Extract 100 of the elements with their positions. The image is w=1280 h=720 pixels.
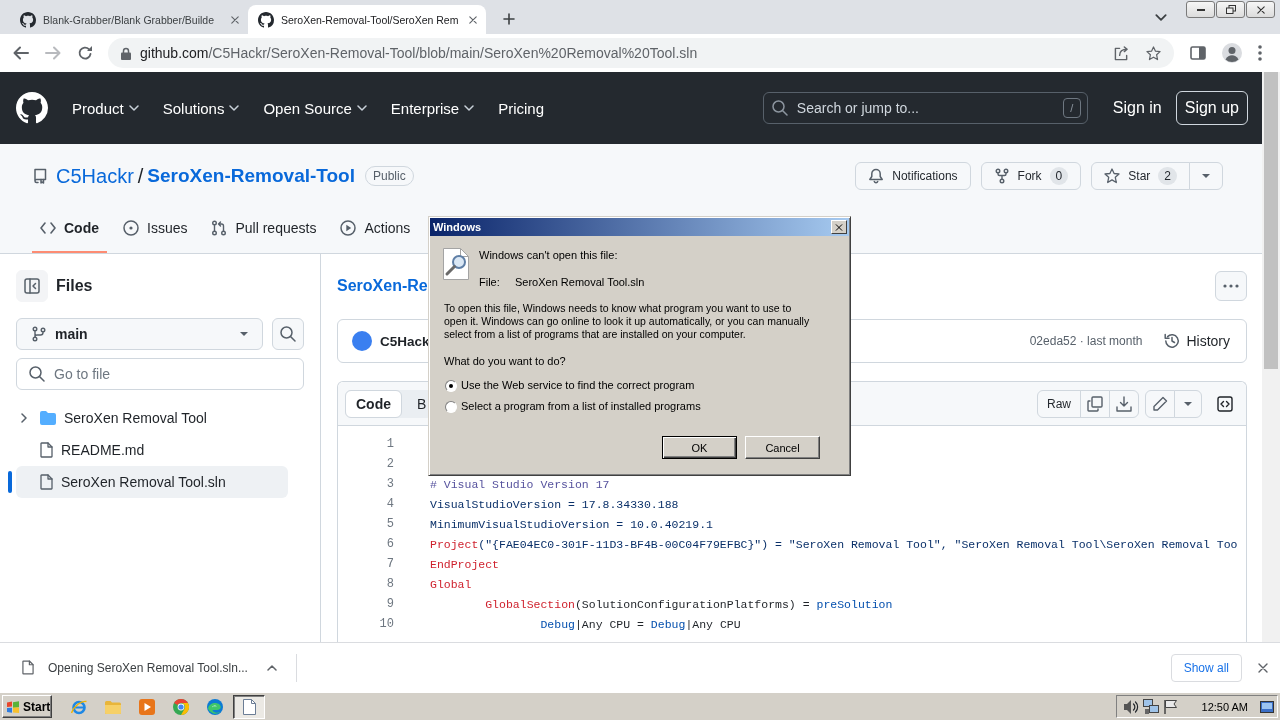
repo-tab[interactable]: Code — [32, 205, 107, 253]
nav-menu-item[interactable]: Product — [60, 92, 151, 124]
address-bar[interactable]: github.com/C5Hackr/SeroXen-Removal-Tool/blob/main/SeroXen%20Removal%20Tool.sln — [108, 38, 1174, 68]
caret-up-icon[interactable] — [266, 664, 277, 671]
reload-icon[interactable] — [77, 45, 93, 61]
radio-label[interactable]: Select a program from a list of installed programs — [461, 400, 701, 413]
close-icon[interactable] — [231, 15, 239, 24]
collapse-sidebar-button[interactable] — [16, 270, 48, 302]
radio-button[interactable] — [445, 400, 457, 413]
sign-up-button[interactable]: Sign up — [1175, 91, 1248, 125]
chevron-down-icon — [128, 105, 139, 111]
minimize-icon — [1196, 8, 1205, 11]
radio-label[interactable]: Use the Web service to find the correct program — [461, 379, 695, 392]
repo-tab[interactable]: Issues — [115, 205, 196, 253]
branch-selector[interactable]: main — [16, 318, 263, 350]
line-number: 10 — [378, 617, 394, 631]
star-button[interactable]: Star 2 — [1091, 162, 1190, 190]
nav-menu-item[interactable]: Enterprise — [378, 92, 487, 124]
flag-icon[interactable] — [1162, 698, 1178, 715]
browser-tab[interactable]: SeroXen-Removal-Tool/SeroXen Rem — [248, 5, 486, 34]
view-tab[interactable]: Code — [345, 389, 402, 418]
search-icon — [29, 366, 45, 382]
close-icon[interactable] — [469, 15, 477, 24]
edit-button[interactable] — [1145, 389, 1175, 418]
pull-request-icon — [211, 220, 228, 236]
avatar-icon — [352, 331, 372, 351]
fork-button[interactable]: Fork 0 — [980, 162, 1082, 190]
chevron-down-icon[interactable] — [1155, 13, 1167, 21]
taskbar-button[interactable] — [233, 694, 265, 719]
sign-in-link[interactable]: Sign in — [1112, 99, 1162, 117]
minimize-button[interactable] — [1186, 1, 1215, 18]
repo-tab[interactable]: Pull requests — [203, 205, 325, 253]
close-icon[interactable] — [1258, 662, 1268, 673]
profile-icon[interactable] — [1222, 43, 1242, 63]
owner-link[interactable]: C5Hackr — [56, 164, 134, 188]
menu-icon[interactable] — [1258, 45, 1262, 61]
network-icon[interactable] — [1142, 699, 1159, 714]
history-link[interactable]: History — [1164, 333, 1230, 349]
caret-down-icon — [1184, 401, 1192, 406]
close-button[interactable] — [831, 220, 847, 234]
raw-button[interactable]: Raw — [1037, 389, 1081, 418]
sidebar-title: Files — [56, 277, 93, 295]
search-field[interactable]: Search or jump to... / — [762, 92, 1088, 124]
branch-icon — [31, 326, 47, 342]
file-name: SeroXen Removal Tool.sln — [515, 276, 645, 289]
notifications-button[interactable]: Notifications — [855, 162, 971, 190]
repo-name-link[interactable]: SeroXen-Removal-Tool — [147, 165, 355, 187]
new-tab-icon[interactable] — [503, 13, 515, 25]
dialog-button[interactable]: OK — [662, 436, 737, 459]
search-button[interactable] — [272, 318, 304, 350]
nav-menu-item[interactable]: Open Source — [251, 92, 379, 124]
nav-menu-item[interactable]: Pricing — [486, 92, 557, 124]
dialog-title: Windows — [433, 221, 482, 233]
close-window-button[interactable] — [1246, 1, 1275, 18]
restore-button[interactable] — [1216, 1, 1245, 18]
breadcrumb-link[interactable]: SeroXen-Re — [337, 277, 428, 295]
show-desktop-icon[interactable] — [1260, 700, 1274, 713]
file-tree-item[interactable]: README.md — [16, 434, 288, 466]
chevron-right-icon[interactable] — [21, 413, 27, 423]
line-number: 7 — [385, 557, 394, 571]
file-tree-item[interactable]: SeroXen Removal Tool — [16, 402, 288, 434]
side-panel-icon[interactable] — [1190, 46, 1206, 60]
windows-flag-icon — [6, 700, 20, 713]
code-square-icon — [1217, 395, 1233, 412]
download-button[interactable] — [1109, 389, 1139, 418]
code-line: VisualStudioVersion = 17.8.34330.188 — [430, 497, 679, 511]
file-icon — [40, 474, 53, 490]
speaker-icon[interactable] — [1122, 698, 1139, 715]
bookmark-star-icon[interactable] — [1146, 45, 1161, 61]
radio-button[interactable] — [445, 379, 457, 392]
download-status[interactable]: Opening SeroXen Removal Tool.sln... — [48, 660, 248, 675]
github-logo-icon[interactable] — [16, 92, 48, 124]
view-tab[interactable]: B — [402, 389, 434, 418]
star-icon — [1104, 168, 1121, 184]
nav-menu-item[interactable]: Solutions — [150, 92, 252, 124]
play-circle-icon — [340, 220, 357, 236]
dialog-button[interactable]: Cancel — [745, 436, 820, 459]
dialog-message: To open this file, Windows needs to know what program you want to use to open it. Windows can go online to look it up automatically, or you can manually select from a list of programs that are installed on your computer. — [444, 302, 811, 341]
commit-author-link[interactable]: C5Hack — [380, 333, 430, 349]
shortcut-key: / — [1062, 98, 1081, 118]
document-icon — [241, 698, 257, 715]
github-logo-icon — [20, 11, 36, 28]
show-all-button[interactable]: Show all — [1170, 653, 1242, 682]
scrollbar-thumb[interactable] — [1264, 72, 1278, 369]
go-to-file-field[interactable]: Go to file — [16, 358, 304, 390]
github-logo-icon — [258, 11, 274, 28]
back-icon[interactable] — [13, 46, 29, 60]
line-number: 1 — [385, 437, 394, 451]
chevron-down-icon — [229, 105, 240, 111]
selection-indicator — [8, 471, 12, 493]
start-button[interactable]: Start — [2, 695, 52, 718]
count-badge: 2 — [1158, 167, 1177, 185]
lock-icon — [121, 46, 131, 60]
repo-tab[interactable]: Actions — [332, 205, 419, 253]
chevron-down-icon — [464, 105, 475, 111]
copy-button[interactable] — [1080, 389, 1110, 418]
path-separator: / — [137, 164, 144, 188]
document-magnifier-icon — [442, 248, 470, 280]
browser-tab[interactable]: Blank-Grabber/Blank Grabber/Builde — [10, 5, 248, 34]
share-icon[interactable] — [1114, 45, 1129, 61]
